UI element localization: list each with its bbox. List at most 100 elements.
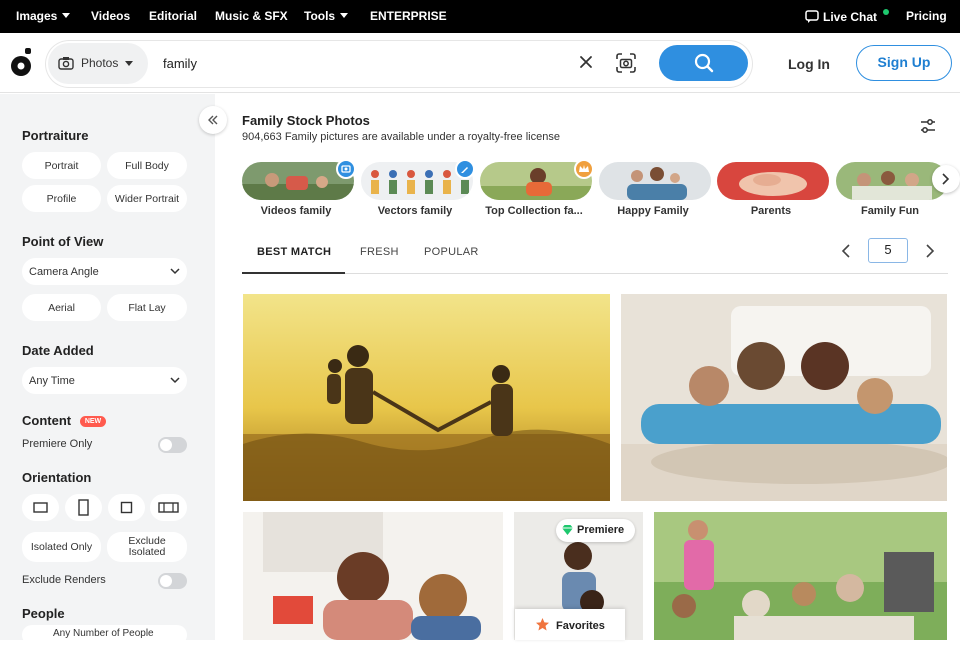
date-added-select[interactable]: Any Time: [22, 367, 187, 394]
nav-tools[interactable]: Tools: [304, 9, 349, 23]
photo-image: [243, 512, 503, 640]
video-camera-icon: [341, 165, 351, 173]
page-number-input[interactable]: 5: [868, 238, 908, 263]
clear-search-icon[interactable]: [578, 54, 594, 70]
filter-wider-portrait[interactable]: Wider Portrait: [107, 185, 187, 212]
filter-settings-icon[interactable]: [919, 117, 937, 135]
orientation-title: Orientation: [22, 470, 92, 485]
people-count-label: Any Number of People: [53, 628, 154, 639]
double-chevron-left-icon: [208, 115, 218, 125]
result-photo[interactable]: [243, 512, 503, 640]
next-page-icon[interactable]: [924, 243, 936, 259]
previous-page-icon[interactable]: [840, 243, 852, 259]
orientation-vertical[interactable]: [65, 494, 102, 521]
exclude-renders-toggle[interactable]: [158, 573, 187, 589]
asset-type-label: Photos: [81, 56, 119, 70]
filter-exclude-isolated[interactable]: Exclude Isolated: [107, 532, 187, 562]
nav-pricing[interactable]: Pricing: [906, 9, 947, 23]
favorites-button[interactable]: Favorites: [515, 609, 625, 640]
category-thumbnail: [717, 162, 829, 200]
result-photo[interactable]: [654, 512, 947, 640]
tab-fresh[interactable]: FRESH: [360, 246, 399, 258]
page-title: Family Stock Photos: [242, 113, 370, 128]
premiere-only-toggle[interactable]: [158, 437, 187, 453]
filter-full-body[interactable]: Full Body: [107, 152, 187, 179]
chat-icon: [805, 10, 819, 23]
nav-enterprise[interactable]: ENTERPRISE: [370, 9, 447, 23]
chevron-down-icon: [62, 13, 71, 18]
online-status-dot: [883, 9, 890, 15]
people-count-select[interactable]: Any Number of People: [22, 625, 187, 645]
crown-icon: [579, 165, 589, 172]
chevron-down-icon: [125, 61, 133, 66]
tab-best-match[interactable]: BEST MATCH: [257, 246, 331, 258]
search-by-image-icon[interactable]: [615, 52, 637, 74]
star-icon: [536, 618, 549, 631]
category-parents[interactable]: [717, 162, 829, 200]
content-title: Content: [22, 413, 72, 428]
nav-images[interactable]: Images: [16, 9, 71, 23]
exclude-renders-label: Exclude Renders: [22, 574, 106, 586]
result-photo[interactable]: [621, 294, 947, 501]
new-badge: NEW: [80, 416, 106, 427]
point-of-view-title: Point of View: [22, 234, 104, 249]
orientation-square[interactable]: [108, 494, 145, 521]
nav-videos[interactable]: Videos: [91, 9, 130, 23]
category-label: Parents: [750, 205, 792, 217]
category-label: Happy Family: [617, 205, 689, 217]
date-added-title: Date Added: [22, 343, 94, 358]
search-button[interactable]: [659, 45, 748, 81]
filter-profile[interactable]: Profile: [22, 185, 101, 212]
logo-icon: [11, 48, 31, 76]
categories-next-button[interactable]: [932, 165, 960, 193]
nav-music-sfx[interactable]: Music & SFX: [215, 9, 288, 23]
orientation-horizontal[interactable]: [22, 494, 59, 521]
result-photo[interactable]: [243, 294, 610, 501]
people-title: People: [22, 606, 65, 621]
active-tab-indicator: [242, 272, 345, 274]
top-navigation: Images Videos Editorial Music & SFX Tool…: [0, 0, 960, 33]
favorites-label: Favorites: [556, 620, 605, 632]
portraiture-title: Portraiture: [22, 128, 89, 143]
premium-badge: [574, 159, 594, 179]
collapse-sidebar-button[interactable]: [199, 106, 227, 134]
filter-portrait[interactable]: Portrait: [22, 152, 101, 179]
search-icon: [694, 53, 714, 73]
category-thumbnail: [599, 162, 711, 200]
photo-image: [621, 294, 947, 501]
filter-flat-lay[interactable]: Flat Lay: [107, 294, 187, 321]
photo-image: [654, 512, 947, 640]
login-link[interactable]: Log In: [788, 56, 830, 72]
square-orientation-icon: [120, 501, 133, 514]
camera-angle-select[interactable]: Camera Angle: [22, 258, 187, 285]
search-input[interactable]: family: [163, 56, 197, 71]
results-count: 904,663 Family pictures are available un…: [242, 131, 560, 143]
nav-live-chat[interactable]: Live Chat: [805, 9, 890, 24]
premiere-only-label: Premiere Only: [22, 438, 93, 450]
orientation-panoramic[interactable]: [150, 494, 187, 521]
premiere-badge: Premiere: [556, 519, 635, 542]
category-happy-family[interactable]: [599, 162, 711, 200]
nav-editorial[interactable]: Editorial: [149, 9, 197, 23]
filter-aerial[interactable]: Aerial: [22, 294, 101, 321]
premiere-label: Premiere: [577, 524, 625, 536]
tab-popular[interactable]: POPULAR: [424, 246, 479, 258]
nav-images-label: Images: [16, 9, 58, 23]
camera-icon: [58, 57, 74, 70]
asset-type-select[interactable]: Photos: [48, 43, 148, 84]
panoramic-orientation-icon: [158, 502, 179, 513]
chevron-down-icon: [170, 268, 180, 275]
date-added-label: Any Time: [29, 375, 75, 387]
filter-isolated-only[interactable]: Isolated Only: [22, 532, 101, 562]
pen-icon: [461, 167, 468, 173]
category-label: Top Collection fa...: [485, 205, 583, 217]
live-chat-label: Live Chat: [823, 10, 878, 24]
vertical-orientation-icon: [78, 499, 89, 516]
chevron-down-icon: [340, 13, 349, 18]
category-label: Vectors family: [377, 205, 453, 217]
category-label: Videos family: [260, 205, 332, 217]
diamond-icon: [562, 525, 573, 535]
category-label: Family Fun: [860, 205, 920, 217]
signup-button[interactable]: Sign Up: [856, 45, 952, 81]
chevron-down-icon: [170, 377, 180, 384]
